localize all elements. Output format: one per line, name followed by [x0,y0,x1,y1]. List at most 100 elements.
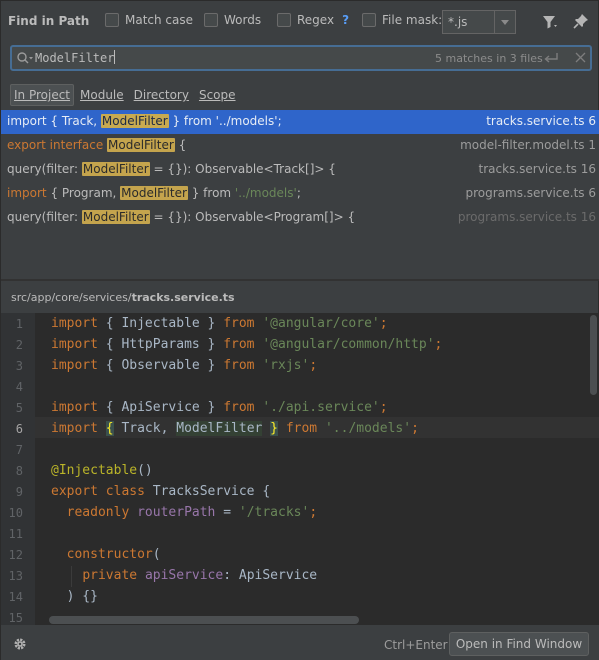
result-row[interactable]: import { Track, ModelFilter } from '../m… [1,110,599,134]
line-number: 12 [8,548,23,562]
result-code: import { Track, ModelFilter } from '../m… [7,114,282,128]
result-row[interactable]: query(filter: ModelFilter = {}): Observa… [1,206,599,230]
result-row[interactable]: import { Program, ModelFilter } from '..… [1,182,599,206]
code-line: private apiService: ApiService [51,568,317,583]
filter-icon[interactable] [542,14,558,30]
code-token: ; [379,316,388,331]
code-token: () [137,463,153,478]
code-token: @Injectable [51,463,138,478]
line-number: 5 [15,401,23,415]
scope-tabs: In Project Module Directory Scope [10,84,242,106]
line-number: 11 [8,527,23,541]
code-line: import { Track, ModelFilter } from '../m… [51,421,419,436]
horizontal-scrollbar[interactable] [49,616,359,624]
code-token: = [223,505,232,520]
regex-box[interactable] [277,13,291,27]
code-token: export class [51,484,145,499]
match-highlight: ModelFilter [176,421,263,436]
match-case-checkbox[interactable]: Match case [105,13,193,27]
line-number: 4 [15,380,23,394]
splitter[interactable] [1,279,599,281]
code-token: ; [309,358,318,373]
code-line: @Injectable() [51,463,153,478]
result-row[interactable]: export interface ModelFilter {model-filt… [1,134,599,158]
regex-checkbox[interactable]: Regex ? [277,13,349,27]
tab-directory[interactable]: Directory [130,84,193,106]
code-fragment: import [7,186,47,200]
line-number: 7 [15,443,23,457]
code-token: ; [309,505,318,520]
regex-help-icon[interactable]: ? [342,13,349,27]
code-token: ; [379,400,388,415]
result-row[interactable]: query(filter: ModelFilter = {}): Observa… [1,158,599,182]
match-highlight: ModelFilter [120,186,188,200]
regex-label: Regex [297,13,335,27]
tab-module[interactable]: Module [76,84,128,106]
code-line: export class TracksService { [51,484,270,499]
file-mask-dropdown-button[interactable] [494,11,515,33]
code-token: './api.service' [262,400,380,415]
code-line: import { HttpParams } from '@angular/com… [51,337,442,352]
dialog-footer: Ctrl+Enter Open in Find Window [1,625,599,660]
file-mask-label: File mask: [382,13,443,27]
code-fragment: } from '../models'; [168,114,282,128]
code-token: { HttpParams } [105,337,216,352]
words-label: Words [224,13,262,27]
pin-icon[interactable] [573,13,589,29]
code-fragment: { Program, [46,186,121,200]
words-box[interactable] [204,13,218,27]
chevron-down-icon [501,19,509,25]
clear-icon[interactable] [575,52,586,63]
dialog-header: Find in Path Match case Words Regex ? Fi… [1,1,599,43]
code-token: from [223,400,255,415]
code-token: apiService [144,568,224,583]
file-mask-checkbox[interactable]: File mask: [362,13,442,27]
result-code: query(filter: ModelFilter = {}): Observa… [7,210,355,224]
match-highlight: ModelFilter [81,210,150,224]
code-token: from [223,337,255,352]
search-field[interactable]: ModelFilter 5 matches in 3 files [10,45,592,71]
line-number: 8 [15,464,23,478]
code-fragment: = {}): Observable<Track[]> { [149,162,336,176]
result-code: export interface ModelFilter { [7,138,186,152]
words-checkbox[interactable]: Words [204,13,261,27]
file-mask-box[interactable] [362,13,376,27]
line-number: 1 [15,317,23,331]
code-token: { Observable } [105,358,216,373]
code-line: import { Injectable } from '@angular/cor… [51,316,388,331]
code-token: '@angular/core' [262,316,380,331]
code-fragment: } from [187,186,235,200]
code-token: '../models' [324,421,412,436]
code-fragment: = {}): Observable<Program[]> { [149,210,356,224]
tab-in-project[interactable]: In Project [10,84,75,106]
gear-icon[interactable] [13,637,27,651]
search-icon[interactable] [16,51,34,65]
enter-icon[interactable] [543,52,559,64]
preview-file-path: src/app/core/services/tracks.service.ts [11,291,235,304]
code-token: '/tracks' [238,505,310,520]
line-number: 3 [15,359,23,373]
code-token: import [51,316,98,331]
file-mask-combo[interactable]: *.js [442,10,516,34]
match-highlight: ModelFilter [81,162,150,176]
line-number: 14 [8,590,23,604]
code-fragment: ; [296,186,301,200]
code-line: constructor( [51,547,161,562]
vertical-scrollbar[interactable] [590,315,597,395]
find-in-path-dialog: Find in Path Match case Words Regex ? Fi… [0,0,599,660]
code-token: ) {} [66,589,98,604]
match-case-box[interactable] [105,13,119,27]
code-token: Track, [121,421,169,436]
code-token: from [223,358,255,373]
code-fragment: export interface [7,138,108,152]
open-in-find-window-button[interactable]: Open in Find Window [449,632,589,656]
search-input[interactable]: ModelFilter [35,50,116,65]
file-mask-input[interactable]: *.js [443,11,494,33]
code-preview[interactable]: 1 2 3 4 5 6 7 8 9 10 11 12 13 14 15 import { Injectabl… [1,313,599,625]
line-number: 10 [8,506,23,520]
tab-scope[interactable]: Scope [195,84,240,106]
code-line: ) {} [51,589,98,604]
